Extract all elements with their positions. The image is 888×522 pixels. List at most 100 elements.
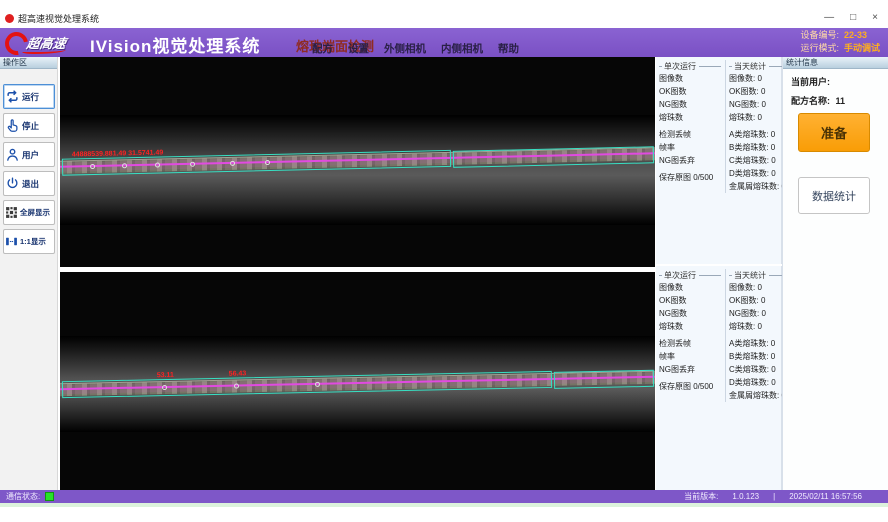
panel-title: 当天统计: [729, 269, 785, 281]
defect-marker: [90, 164, 95, 169]
stat-row: 检测丢帧: [659, 128, 721, 141]
stat-row: OK图数: 0: [729, 85, 785, 98]
minimize-button[interactable]: —: [824, 13, 834, 23]
stat-row: A类熔珠数: 0: [729, 128, 785, 141]
stat-row: D类熔珠数: 0: [729, 167, 785, 180]
status-bar: 通信状态: 当前版本: 1.0.123 | 2025/02/11 16:57:5…: [0, 490, 888, 503]
defect-marker: [162, 385, 167, 390]
version-label: 当前版本:: [684, 491, 718, 502]
one-to-one-button[interactable]: 1:1显示: [3, 229, 55, 254]
stat-row: 帧率: [659, 350, 721, 363]
daily-stats-panel: 当天统计 图像数: 0 OK图数: 0 NG图数: 0 熔珠数: 0 A类熔珠数…: [725, 269, 785, 402]
single-run-panel: 单次运行 图像数 OK图数 NG图数 熔珠数 检测丢帧 帧率 NG图丢弃 保存原…: [659, 60, 721, 184]
menu-item-help[interactable]: 帮助: [498, 41, 519, 56]
hand-icon: [5, 118, 20, 133]
stat-row: NG图数: 0: [729, 98, 785, 111]
daily-stats-panel: 当天统计 图像数: 0 OK图数: 0 NG图数: 0 熔珠数: 0 A类熔珠数…: [725, 60, 785, 193]
status-bar-underline: [0, 503, 888, 507]
one-to-one-icon: [5, 235, 18, 248]
stat-row: 金属屑熔珠数: 0: [729, 389, 785, 402]
defect-marker: [230, 161, 235, 166]
stat-row: 图像数: [659, 281, 721, 294]
run-button[interactable]: 运行: [3, 84, 55, 109]
stat-row: OK图数: [659, 85, 721, 98]
defect-marker: [190, 162, 195, 167]
maximize-button[interactable]: □: [850, 13, 856, 23]
menu-item-outer-camera[interactable]: 外侧相机: [384, 41, 426, 56]
camera-view-outer[interactable]: 44888539.881.49 31.5741.49: [60, 57, 655, 267]
app-title: IVision视觉处理系统: [90, 32, 260, 57]
stat-row: 帧率: [659, 141, 721, 154]
stop-button[interactable]: 停止: [3, 113, 55, 138]
one-to-one-button-label: 1:1显示: [20, 236, 46, 247]
recipe-name-label: 配方名称:: [791, 96, 830, 106]
fullscreen-button[interactable]: 全屏显示: [3, 200, 55, 225]
stat-row: 图像数: 0: [729, 72, 785, 85]
camera-view-inner[interactable]: 53.11 56.43: [60, 272, 655, 490]
status-separator: |: [773, 492, 775, 501]
defect-marker: [234, 383, 239, 388]
panel-title: 当天统计: [729, 60, 785, 72]
stat-row: NG图丢弃: [659, 363, 721, 376]
detection-outline: [554, 370, 654, 389]
comm-status-label: 通信状态:: [6, 491, 40, 502]
close-button[interactable]: ×: [872, 13, 878, 23]
user-button[interactable]: 用户: [3, 142, 55, 167]
menu-item-inner-camera[interactable]: 内侧相机: [441, 41, 483, 56]
operation-sidebar: 操作区 运行 停止 用户 退出 全屏显示 1:1显示: [0, 57, 58, 490]
defect-marker: [315, 382, 320, 387]
stat-row: A类熔珠数: 0: [729, 337, 785, 350]
stat-row: 保存原图 0/500: [659, 380, 721, 393]
info-panel-title: 统计信息: [783, 57, 888, 69]
comm-status-led: [45, 492, 54, 501]
recipe-name-value: 11: [836, 96, 846, 106]
panel-title: 单次运行: [659, 269, 721, 281]
statistics-info-panel: 统计信息 当前用户: 配方名称: 11 准备 数据统计: [782, 57, 888, 490]
stat-row: NG图丢弃: [659, 154, 721, 167]
prepare-button[interactable]: 准备: [798, 113, 870, 152]
cycle-arrows-icon: [5, 89, 20, 104]
stat-row: 熔珠数: 0: [729, 111, 785, 124]
stat-row: 保存原图 0/500: [659, 171, 721, 184]
menu-item-settings[interactable]: 设置: [348, 41, 369, 56]
panel-title: 单次运行: [659, 60, 721, 72]
stats-section-outer: 单次运行 图像数 OK图数 NG图数 熔珠数 检测丢帧 帧率 NG图丢弃 保存原…: [656, 57, 782, 264]
defect-marker: [155, 162, 160, 167]
stat-row: NG图数: 0: [729, 307, 785, 320]
menu-bar: 配方 设置 外侧相机 内侧相机 帮助: [312, 41, 519, 56]
stat-row: D类熔珠数: 0: [729, 376, 785, 389]
stat-row: C类熔珠数: 0: [729, 363, 785, 376]
exit-button[interactable]: 退出: [3, 171, 55, 196]
app-logo-icon: [5, 14, 14, 23]
defect-marker: [122, 163, 127, 168]
defect-marker: [265, 160, 270, 165]
window-titlebar: 超高速视觉处理系统 — □ ×: [0, 8, 888, 28]
run-mode-label: 运行模式:: [800, 42, 839, 55]
datetime-value: 2025/02/11 16:57:56: [789, 492, 862, 501]
data-stats-button[interactable]: 数据统计: [798, 177, 870, 214]
stop-button-label: 停止: [22, 120, 39, 132]
menu-item-recipe[interactable]: 配方: [312, 41, 333, 56]
current-user-row: 当前用户:: [791, 75, 888, 88]
stat-row: 熔珠数: [659, 111, 721, 124]
device-id-value: 22-33: [844, 29, 880, 42]
brand-name: 超高速: [25, 33, 67, 52]
fullscreen-button-label: 全屏显示: [20, 207, 50, 218]
stat-row: 图像数: 0: [729, 281, 785, 294]
run-button-label: 运行: [22, 91, 39, 103]
stats-section-inner: 单次运行 图像数 OK图数 NG图数 熔珠数 检测丢帧 帧率 NG图丢弃 保存原…: [656, 266, 782, 490]
stat-row: B类熔珠数: 0: [729, 350, 785, 363]
stat-row: C类熔珠数: 0: [729, 154, 785, 167]
stat-row: 图像数: [659, 72, 721, 85]
measurement-annotation: 53.11: [157, 372, 174, 379]
app-header: 超高速 IVision视觉处理系统 熔珠端面检测 配方 设置 外侧相机 内侧相机…: [0, 28, 888, 57]
user-icon: [5, 147, 20, 162]
version-value: 1.0.123: [732, 492, 759, 501]
stat-row: 金属屑熔珠数: 0: [729, 180, 785, 193]
stat-row: NG图数: [659, 307, 721, 320]
user-button-label: 用户: [22, 149, 39, 161]
window-title: 超高速视觉处理系统: [18, 12, 99, 25]
power-icon: [5, 176, 20, 191]
stat-row: NG图数: [659, 98, 721, 111]
device-info: 设备编号: 22-33 运行模式: 手动调试: [800, 29, 880, 55]
